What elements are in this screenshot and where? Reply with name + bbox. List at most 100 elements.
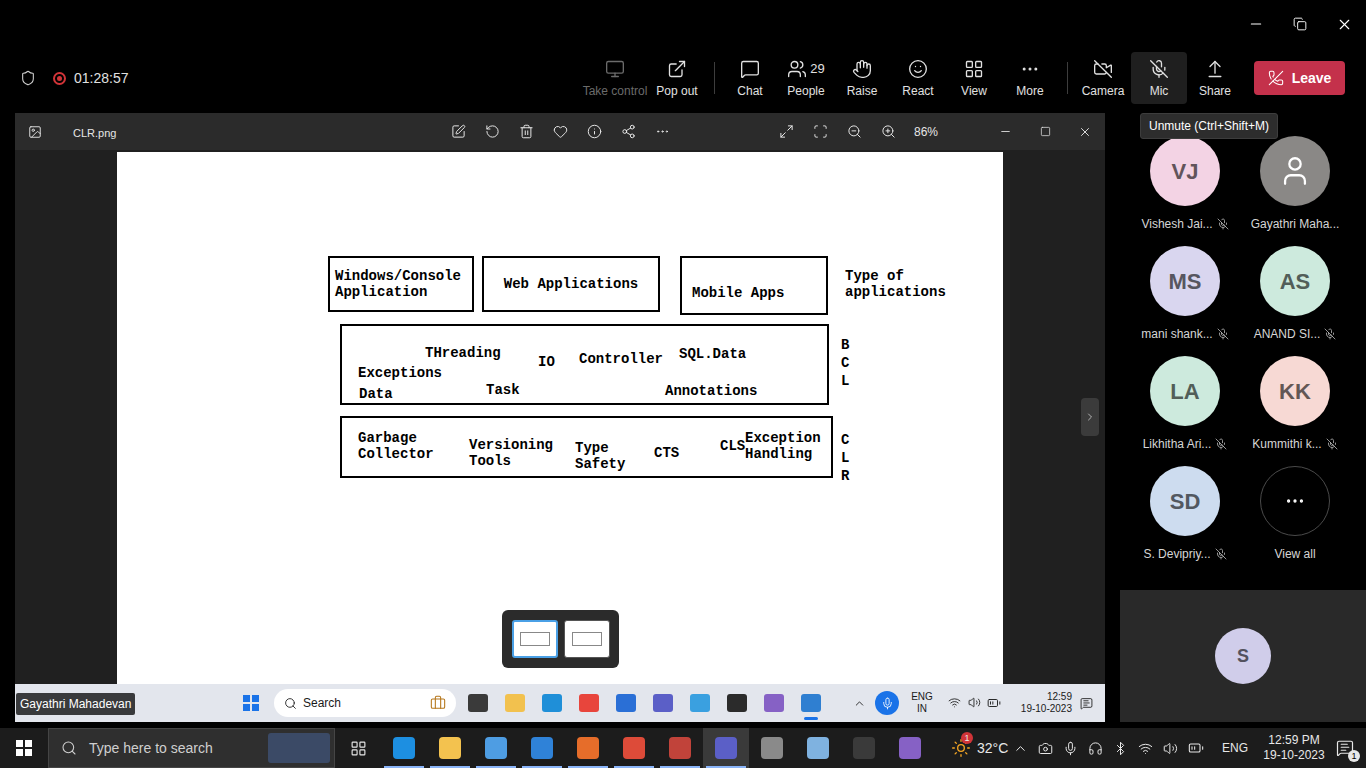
chat-button-icon (740, 59, 760, 79)
maximize-icon[interactable] (1040, 126, 1051, 137)
react-button-icon (908, 59, 928, 79)
favorite-icon[interactable] (553, 124, 568, 139)
presenter-label: Gayathri Mahadevan (16, 693, 135, 715)
close-icon[interactable] (1078, 125, 1092, 139)
collapse-panel-button[interactable] (1081, 398, 1099, 436)
raise-button[interactable]: Raise (834, 52, 890, 104)
windows-start-icon[interactable] (243, 695, 259, 711)
more-icon[interactable] (655, 124, 670, 139)
recording-indicator (53, 72, 66, 85)
minimize-icon[interactable] (999, 125, 1012, 138)
bcl-item: Task (486, 382, 520, 398)
app-type-box: Windows/Console Application (328, 256, 474, 312)
clr-item: Versioning Tools (469, 437, 561, 469)
muted-mic-icon (1217, 328, 1229, 340)
fullscreen-icon[interactable] (779, 124, 794, 139)
bcl-item: Exceptions (358, 365, 442, 381)
taskbar-app-icon[interactable] (577, 737, 599, 759)
participant-tile[interactable]: LALikhitha Ari... (1130, 356, 1240, 466)
zoom-out-icon[interactable] (847, 124, 862, 139)
taskbar-app-icon[interactable] (531, 737, 553, 759)
participant-tile[interactable]: Gayathri Maha... (1240, 136, 1350, 246)
view-all-tile[interactable]: View all (1240, 466, 1350, 576)
taskbar-app-icon[interactable] (715, 737, 737, 759)
share-icon[interactable] (621, 124, 636, 139)
taskbar-app-icon[interactable] (899, 737, 921, 759)
participant-name: ANAND SI... (1254, 325, 1321, 343)
taskbar-app-icon[interactable] (439, 737, 461, 759)
participants-panel: VJVishesh Jai...Gayathri Maha...MSmani s… (1120, 108, 1366, 722)
minimize-icon[interactable] (1248, 16, 1264, 32)
info-icon[interactable] (587, 124, 602, 139)
close-icon[interactable] (1336, 16, 1353, 33)
clock[interactable]: 12:59 PM19-10-2023 (1262, 733, 1326, 763)
remote-language[interactable]: ENGIN (905, 691, 939, 715)
pop-out-button[interactable]: Pop out (649, 52, 705, 104)
thumbnail[interactable] (512, 620, 558, 658)
notification-icon (1080, 697, 1093, 710)
participant-tile[interactable]: SDS. Devipriy... (1130, 466, 1240, 576)
taskbar-app-icon[interactable] (764, 694, 784, 712)
taskbar-app-icon[interactable] (653, 694, 673, 712)
take-control-button-icon (605, 59, 625, 79)
remote-search-box[interactable]: Search (274, 689, 456, 717)
meeting-stage: CLR.png86%Windows/Console ApplicationWeb… (0, 108, 1366, 722)
taskbar-app-icon[interactable] (807, 737, 829, 759)
spotlight-tile: S (1120, 590, 1366, 722)
start-button-icon[interactable] (16, 740, 32, 756)
taskbar-app-icon[interactable] (542, 694, 562, 712)
restore-icon[interactable] (1293, 17, 1307, 31)
shared-screen: CLR.png86%Windows/Console ApplicationWeb… (15, 113, 1105, 722)
taskbar-app-icon[interactable] (623, 737, 645, 759)
people-button[interactable]: 29People (778, 52, 834, 104)
taskbar-app-icon[interactable] (468, 694, 488, 712)
more-button[interactable]: More (1002, 52, 1058, 104)
mic-button[interactable]: Mic (1131, 52, 1187, 104)
task-view-icon[interactable] (350, 740, 367, 757)
bcl-item: SQL.Data (679, 346, 746, 362)
taskbar-search[interactable]: Type here to search (48, 728, 335, 768)
participant-tile[interactable]: ASANAND SI... (1240, 246, 1350, 356)
thumbnail[interactable] (564, 620, 610, 658)
shield-icon (20, 70, 36, 86)
camera-button[interactable]: Camera (1075, 52, 1131, 104)
taskbar-app-icon[interactable] (690, 694, 710, 712)
participant-tile[interactable]: VJVishesh Jai... (1130, 136, 1240, 246)
leave-button[interactable]: Leave (1254, 61, 1345, 95)
taskbar-app-icon[interactable] (669, 737, 691, 759)
taskbar-app-icon[interactable] (393, 737, 415, 759)
briefcase-icon (430, 695, 446, 711)
weather-widget[interactable]: 32°C1 (951, 738, 1008, 759)
taskbar-app-icon[interactable] (579, 694, 599, 712)
chat-button[interactable]: Chat (722, 52, 778, 104)
taskbar-app-icon[interactable] (485, 737, 507, 759)
language-indicator[interactable]: ENG (1222, 739, 1248, 757)
taskbar-app-icon[interactable] (505, 694, 525, 712)
tray-chevron-icon (853, 697, 866, 710)
notification-center[interactable]: 1 (1334, 737, 1356, 759)
edit-icon[interactable] (451, 124, 466, 139)
actual-size-icon[interactable] (813, 124, 828, 139)
battery-icon (987, 696, 1001, 710)
remote-clock[interactable]: 12:5919-10-2023 (1012, 691, 1072, 715)
delete-icon[interactable] (519, 124, 534, 139)
pop-out-button-icon (667, 59, 687, 79)
window-title-bar (0, 0, 1366, 48)
react-button[interactable]: React (890, 52, 946, 104)
participant-avatar: KK (1260, 356, 1330, 426)
taskbar-app-icon[interactable] (727, 694, 747, 712)
rotate-icon[interactable] (485, 124, 500, 139)
share-button[interactable]: Share (1187, 52, 1243, 104)
taskbar-app-icon[interactable] (616, 694, 636, 712)
taskbar-app-icon[interactable] (853, 737, 875, 759)
windows-taskbar: Type here to search 32°C1 ENG 12:59 PM19-10… (0, 728, 1366, 768)
bcl-item: IO (538, 354, 555, 370)
zoom-in-icon[interactable] (881, 124, 896, 139)
taskbar-app-icon[interactable] (801, 694, 821, 712)
taskbar-app-icon[interactable] (761, 737, 783, 759)
mic-tooltip: Unmute (Ctrl+Shift+M) (1140, 113, 1278, 139)
bcl-label: BCL (841, 336, 849, 390)
participant-tile[interactable]: MSmani shank... (1130, 246, 1240, 356)
participant-tile[interactable]: KKKummithi k... (1240, 356, 1350, 466)
view-button[interactable]: View (946, 52, 1002, 104)
